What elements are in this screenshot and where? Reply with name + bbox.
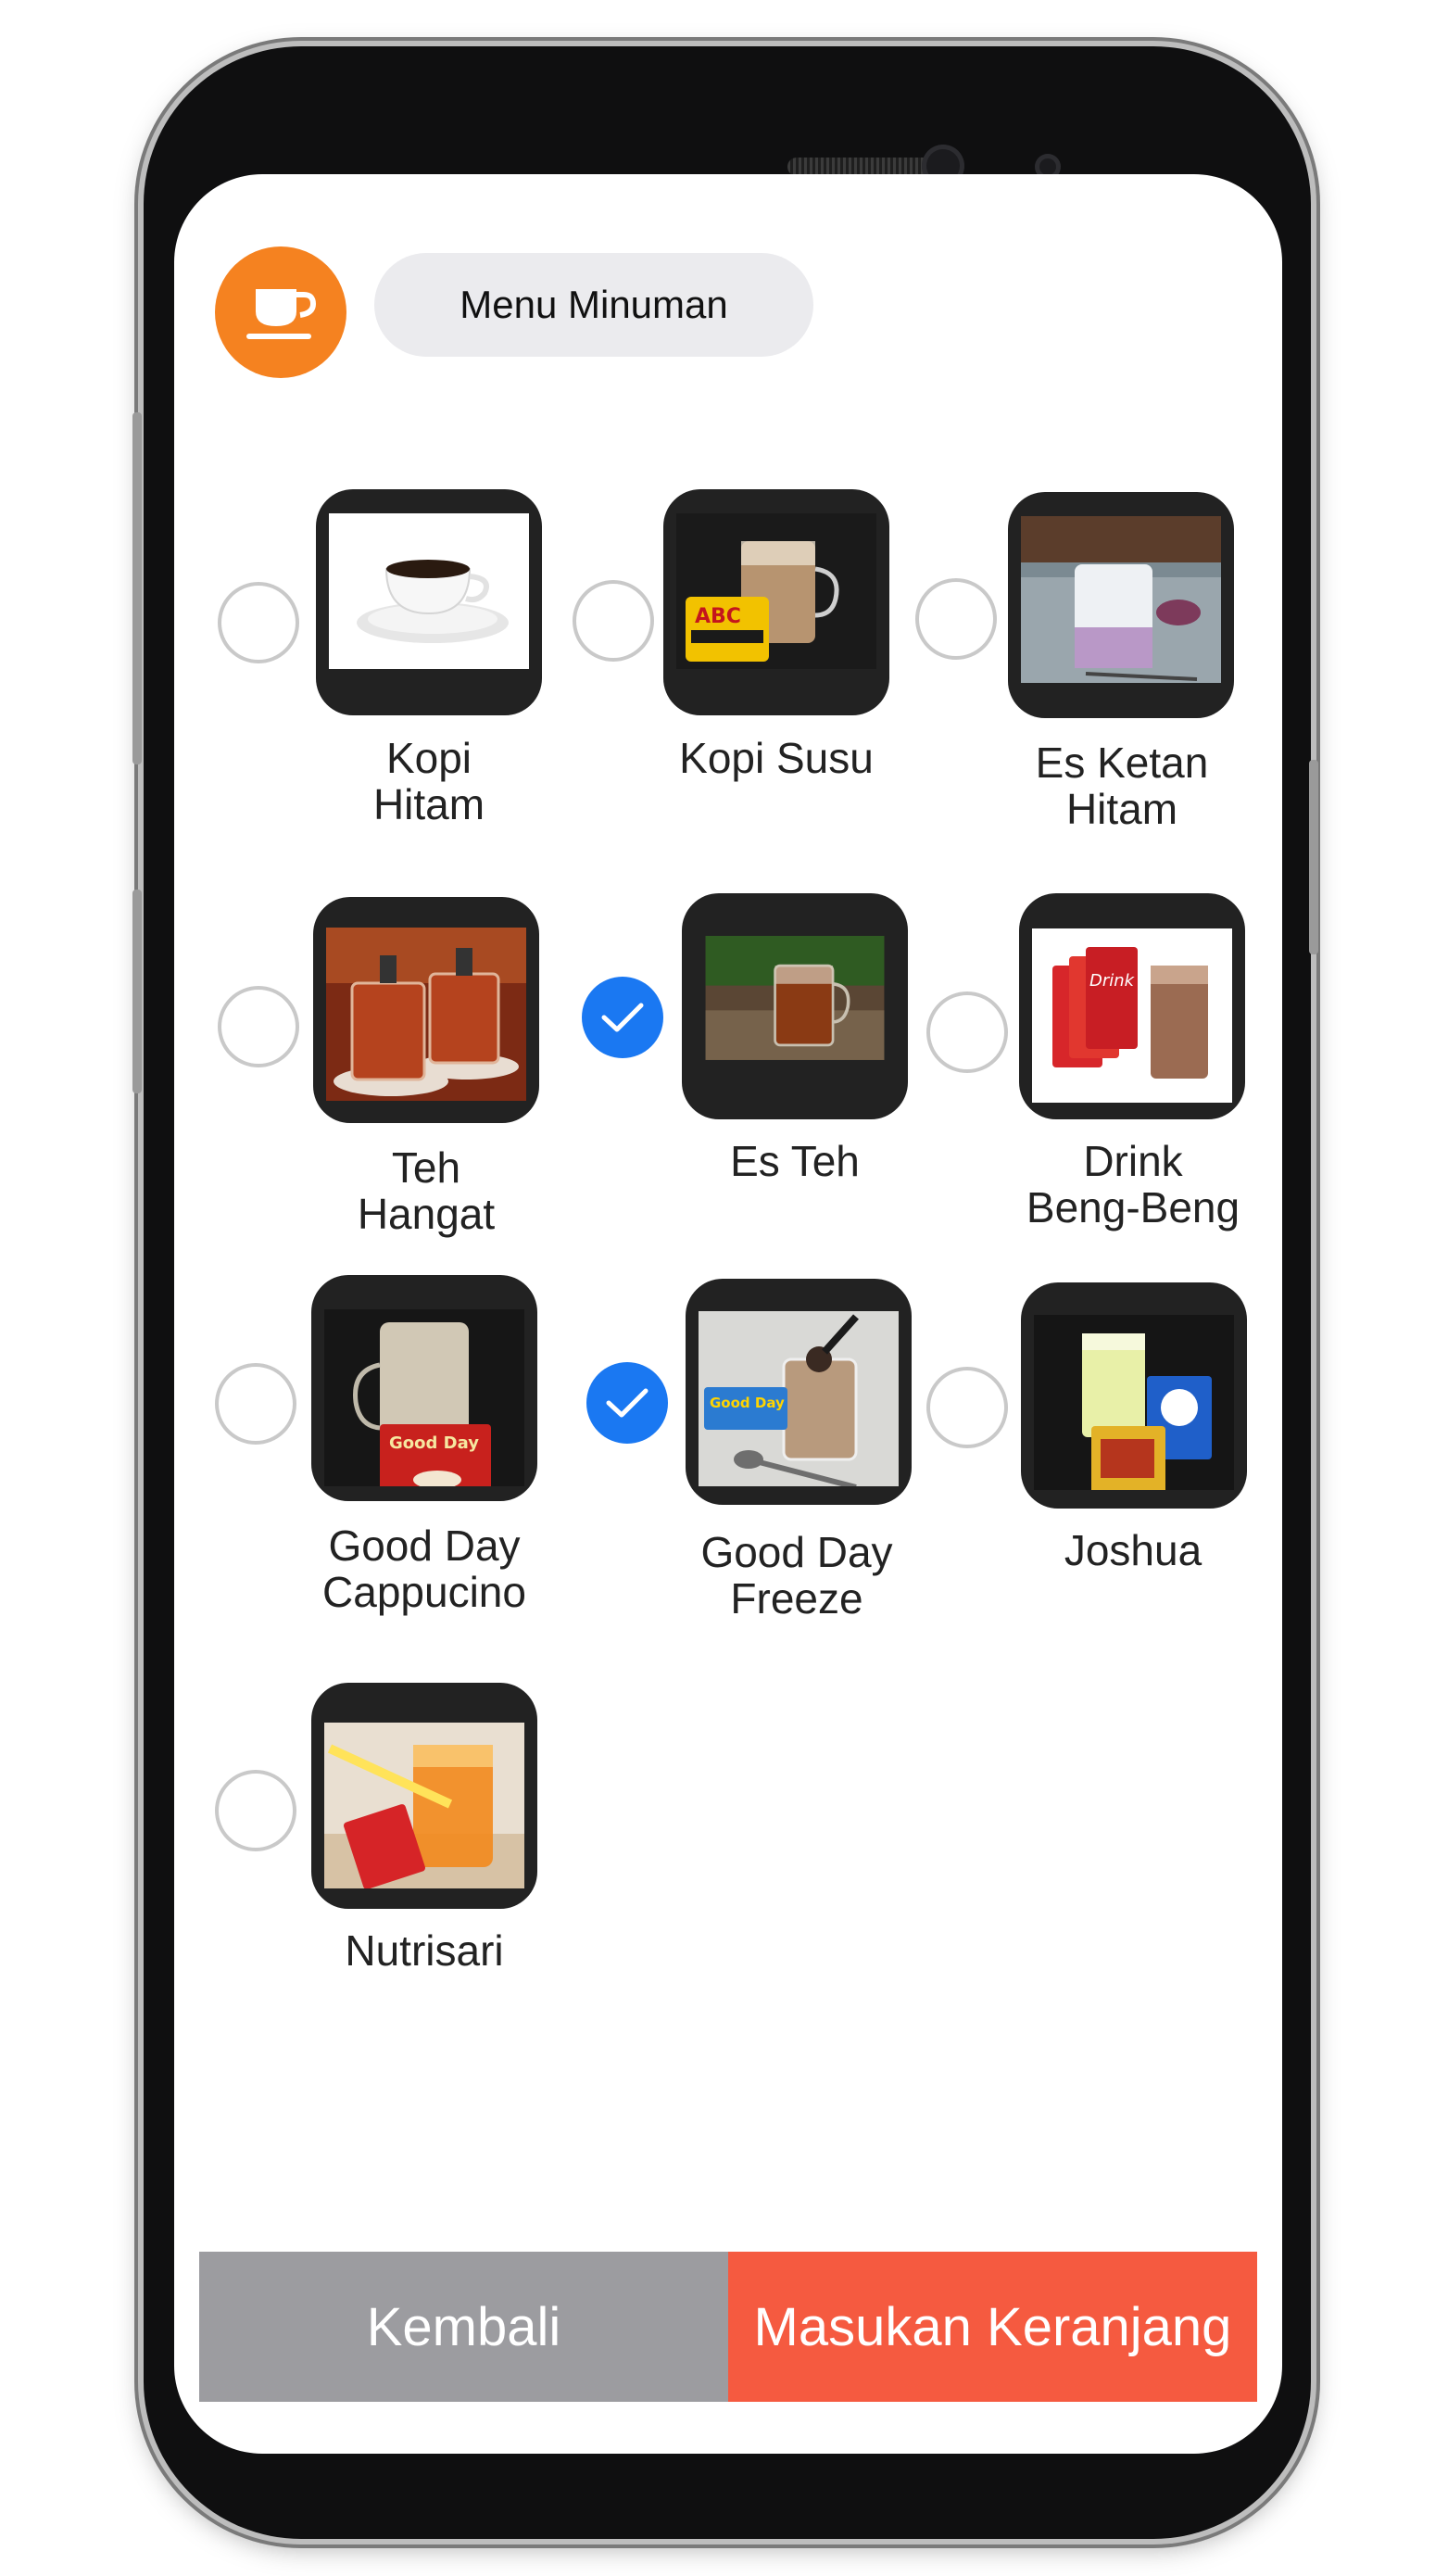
label-good-day-cappucino: Good Day Cappucino xyxy=(322,1522,526,1616)
thumb-teh-hangat[interactable] xyxy=(313,897,539,1123)
good-day-cappucino-image: Good Day xyxy=(324,1309,524,1486)
radio-joshua[interactable] xyxy=(926,1367,1008,1448)
svg-text:Drink: Drink xyxy=(1089,971,1136,991)
joshua-image xyxy=(1034,1315,1234,1490)
label-drink-beng-beng: Drink Beng-Beng xyxy=(1026,1137,1240,1231)
checkmark-icon xyxy=(606,1388,648,1418)
radio-es-teh-checked[interactable] xyxy=(582,977,663,1058)
drink-beng-beng-image: Drink xyxy=(1032,928,1232,1103)
kopi-susu-image: ABC xyxy=(676,513,876,669)
coffee-cup-icon[interactable] xyxy=(215,246,346,378)
back-button[interactable]: Kembali xyxy=(199,2252,728,2402)
checkmark-icon xyxy=(601,1003,644,1032)
volume-button-up xyxy=(132,412,142,764)
power-button xyxy=(1309,760,1318,954)
thumb-kopi-hitam[interactable] xyxy=(316,489,542,715)
label-nutrisari: Nutrisari xyxy=(345,1926,504,1975)
category-title[interactable]: Menu Minuman xyxy=(374,253,813,357)
thumb-good-day-cappucino[interactable]: Good Day xyxy=(311,1275,537,1501)
radio-good-day-cappucino[interactable] xyxy=(215,1363,296,1445)
es-teh-image xyxy=(705,936,885,1060)
radio-teh-hangat[interactable] xyxy=(218,986,299,1067)
bottom-action-bar: Kembali Masukan Keranjang xyxy=(199,2252,1257,2402)
label-kopi-susu: Kopi Susu xyxy=(679,734,874,782)
nutrisari-image xyxy=(324,1723,524,1888)
label-good-day-freeze: Good Day Freeze xyxy=(700,1528,893,1623)
radio-kopi-hitam[interactable] xyxy=(218,582,299,663)
label-es-teh: Es Teh xyxy=(730,1137,860,1185)
radio-es-ketan-hitam[interactable] xyxy=(915,578,997,660)
volume-button-down xyxy=(132,890,142,1093)
thumb-drink-beng-beng[interactable]: Drink xyxy=(1019,893,1245,1119)
add-to-cart-button[interactable]: Masukan Keranjang xyxy=(728,2252,1257,2402)
radio-nutrisari[interactable] xyxy=(215,1770,296,1851)
thumb-es-teh[interactable] xyxy=(682,893,908,1119)
label-teh-hangat: Teh Hangat xyxy=(357,1143,496,1238)
coffee-cup-icon xyxy=(246,289,317,339)
thumb-nutrisari[interactable] xyxy=(311,1683,537,1909)
radio-drink-beng-beng[interactable] xyxy=(926,991,1008,1073)
svg-text:Good Day: Good Day xyxy=(710,1395,785,1411)
label-joshua: Joshua xyxy=(1064,1526,1202,1574)
thumb-joshua[interactable] xyxy=(1021,1282,1247,1509)
label-es-ketan-hitam: Es Ketan Hitam xyxy=(1035,739,1209,833)
label-kopi-hitam: Kopi Hitam xyxy=(372,734,485,828)
radio-kopi-susu[interactable] xyxy=(573,580,654,662)
app-screen: Menu Minuman Kopi Hitam ABC Kopi Susu Es… xyxy=(174,174,1282,2454)
teh-hangat-image xyxy=(326,928,526,1101)
thumb-kopi-susu[interactable]: ABC xyxy=(663,489,889,715)
svg-text:Good Day: Good Day xyxy=(389,1433,479,1453)
svg-text:ABC: ABC xyxy=(695,605,741,628)
thumb-good-day-freeze[interactable]: Good Day xyxy=(686,1279,912,1505)
radio-good-day-freeze-checked[interactable] xyxy=(586,1362,668,1444)
good-day-freeze-image: Good Day xyxy=(699,1311,899,1486)
thumb-es-ketan-hitam[interactable] xyxy=(1008,492,1234,718)
kopi-hitam-image xyxy=(329,513,529,669)
es-ketan-hitam-image xyxy=(1021,516,1221,683)
